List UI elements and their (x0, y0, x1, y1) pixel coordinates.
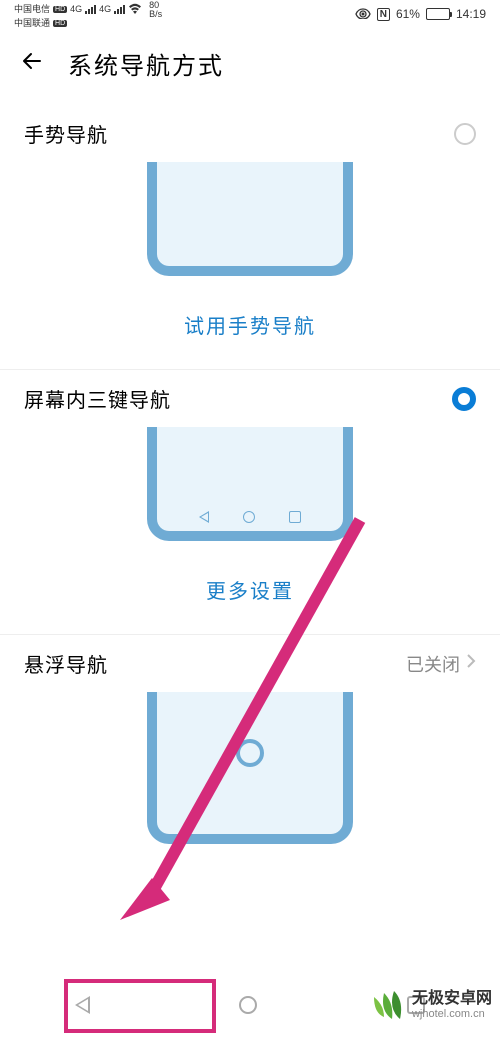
nav-home-icon (243, 511, 255, 523)
phone-frame-icon (147, 162, 353, 276)
radio-unselected-icon[interactable] (454, 123, 476, 145)
option-gesture-label: 手势导航 (24, 119, 108, 148)
nfc-icon: N (377, 8, 390, 21)
status-bar: 中国电信 HD 4G 4G 80 B/s 中国联通 HD N 61% 1 (0, 0, 500, 28)
carrier-1: 中国电信 (14, 5, 50, 14)
preview-floating (0, 692, 500, 856)
signal-icon (85, 5, 96, 14)
device-home-icon[interactable] (239, 996, 257, 1014)
status-right: N 61% 14:19 (355, 7, 486, 22)
hd-badge-icon-2: HD (53, 20, 67, 27)
phone-frame-icon (147, 427, 353, 541)
carrier-2: 中国联通 (14, 19, 50, 28)
option-threekey-label: 屏幕内三键导航 (24, 384, 171, 413)
signal-icon-2 (114, 5, 125, 14)
clock: 14:19 (456, 7, 486, 21)
back-arrow-icon[interactable] (20, 49, 44, 79)
nav-recent-icon (289, 511, 301, 523)
wifi-icon (128, 3, 142, 16)
option-floating-label: 悬浮导航 (24, 649, 108, 678)
option-threekey[interactable]: 屏幕内三键导航 (0, 370, 500, 427)
hd-badge-icon: HD (53, 6, 67, 13)
battery-icon (426, 8, 450, 20)
link-try-gesture[interactable]: 试用手势导航 (0, 288, 500, 369)
device-back-icon[interactable] (75, 996, 90, 1014)
page-header: 系统导航方式 (0, 28, 500, 105)
preview-threekey (0, 427, 500, 553)
option-floating-status: 已关闭 (406, 651, 460, 677)
floating-dot-icon (236, 739, 264, 767)
option-floating[interactable]: 悬浮导航 已关闭 (0, 635, 500, 692)
link-more-settings[interactable]: 更多设置 (0, 553, 500, 634)
watermark: 无极安卓网 wjhotel.com.cn (370, 987, 492, 1023)
watermark-logo-icon (370, 987, 406, 1023)
net-gen-1: 4G (70, 5, 82, 14)
chevron-right-icon (466, 652, 476, 675)
status-left: 中国电信 HD 4G 4G 80 B/s 中国联通 HD (14, 1, 162, 28)
watermark-title: 无极安卓网 (412, 990, 492, 1008)
option-gesture[interactable]: 手势导航 (0, 105, 500, 162)
watermark-url: wjhotel.com.cn (412, 1008, 492, 1020)
phone-frame-icon (147, 692, 353, 844)
radio-selected-icon[interactable] (452, 387, 476, 411)
net-speed: 80 B/s (149, 1, 162, 19)
eye-comfort-icon (355, 7, 371, 22)
net-gen-2: 4G (99, 5, 111, 14)
preview-gesture (0, 162, 500, 288)
page-title: 系统导航方式 (68, 46, 224, 81)
nav-back-icon (199, 511, 209, 523)
battery-pct: 61% (396, 7, 420, 21)
